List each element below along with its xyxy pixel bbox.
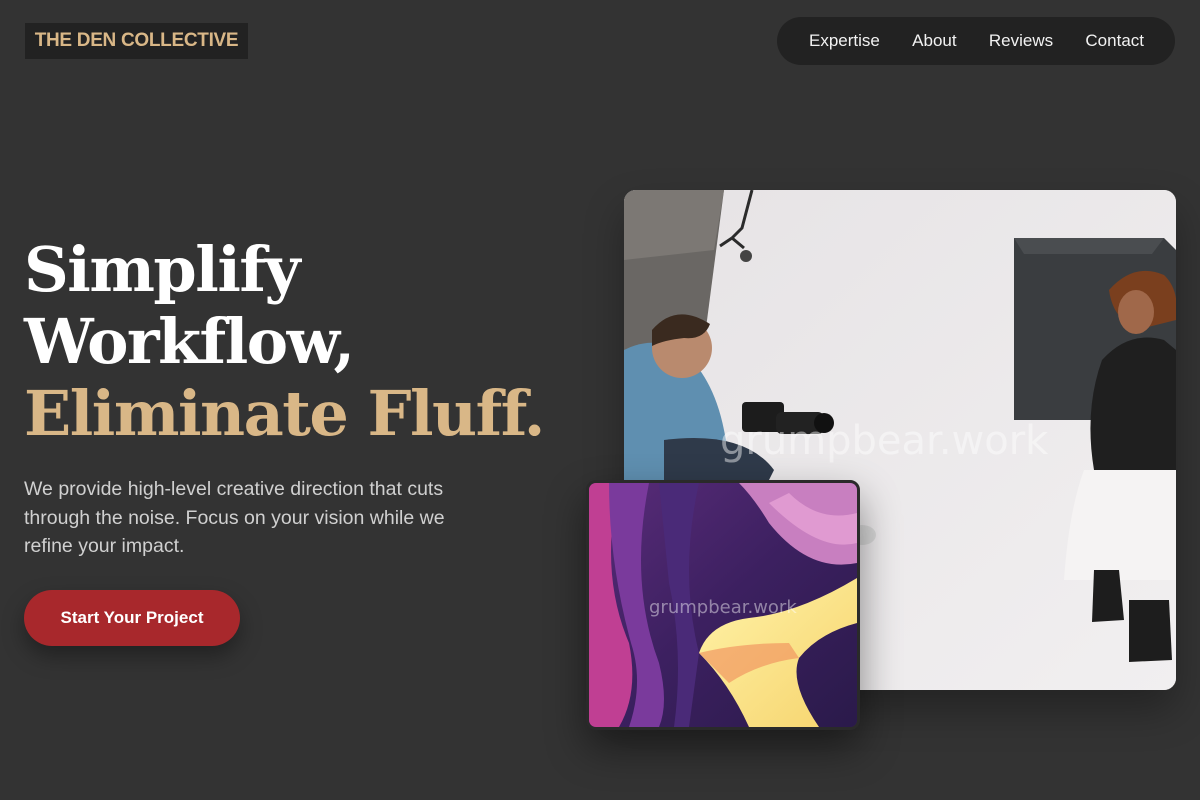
hero-subtitle: We provide high-level creative direction… [24, 478, 445, 557]
nav-link-contact[interactable]: Contact [1085, 31, 1144, 51]
hero-title-line-2: Workflow, [24, 305, 355, 378]
start-project-button[interactable]: Start Your Project [24, 590, 240, 646]
hero-title: Simplify Workflow, Eliminate Fluff. [24, 233, 545, 450]
main-nav: Expertise About Reviews Contact [777, 17, 1175, 65]
logo-text: THE DEN COLLECTIVE [34, 30, 239, 51]
hero-title-line-1: Simplify [24, 233, 301, 306]
abstract-swirl-illustration [589, 483, 857, 727]
brand-logo[interactable]: THE DEN COLLECTIVE [25, 23, 248, 59]
hero-title-line-3: Eliminate Fluff. [24, 377, 545, 450]
abstract-artwork-image: grumpbear.work [586, 480, 860, 730]
nav-link-reviews[interactable]: Reviews [989, 31, 1053, 51]
nav-link-expertise[interactable]: Expertise [809, 31, 880, 51]
nav-link-about[interactable]: About [912, 31, 956, 51]
